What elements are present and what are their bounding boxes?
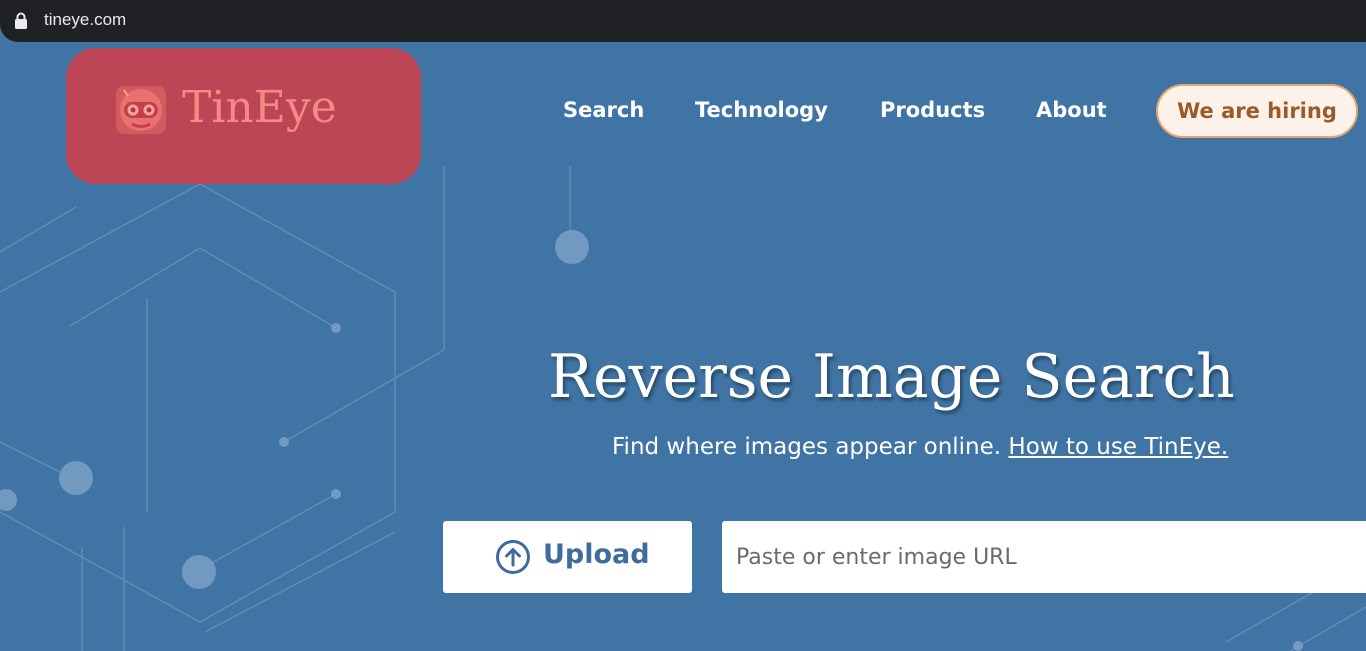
browser-address-bar: tineye.com [0,0,1366,42]
upload-button[interactable]: Upload [443,521,692,593]
we-are-hiring-button[interactable]: We are hiring [1156,84,1358,138]
upload-label: Upload [543,539,650,570]
logo-wordmark: TinEye [182,82,337,133]
image-url-input[interactable] [722,521,1366,593]
nav-technology[interactable]: Technology [695,98,828,122]
nav-search[interactable]: Search [563,98,644,122]
tineye-robot-icon [116,86,166,134]
upload-arrow-icon [496,540,530,574]
page-content: TinEye Search Technology Products About … [0,42,1366,651]
lock-icon [15,12,27,29]
hero-subtitle-text: Find where images appear online. [612,434,1002,460]
nav-about[interactable]: About [1036,98,1107,122]
logo-link[interactable]: TinEye [66,48,421,184]
hero-title: Reverse Image Search [548,342,1235,412]
how-to-use-link[interactable]: How to use TinEye. [1008,434,1228,460]
nav-products[interactable]: Products [880,98,985,122]
hero-subtitle: Find where images appear online. How to … [612,434,1228,460]
address-url[interactable]: tineye.com [44,10,126,30]
